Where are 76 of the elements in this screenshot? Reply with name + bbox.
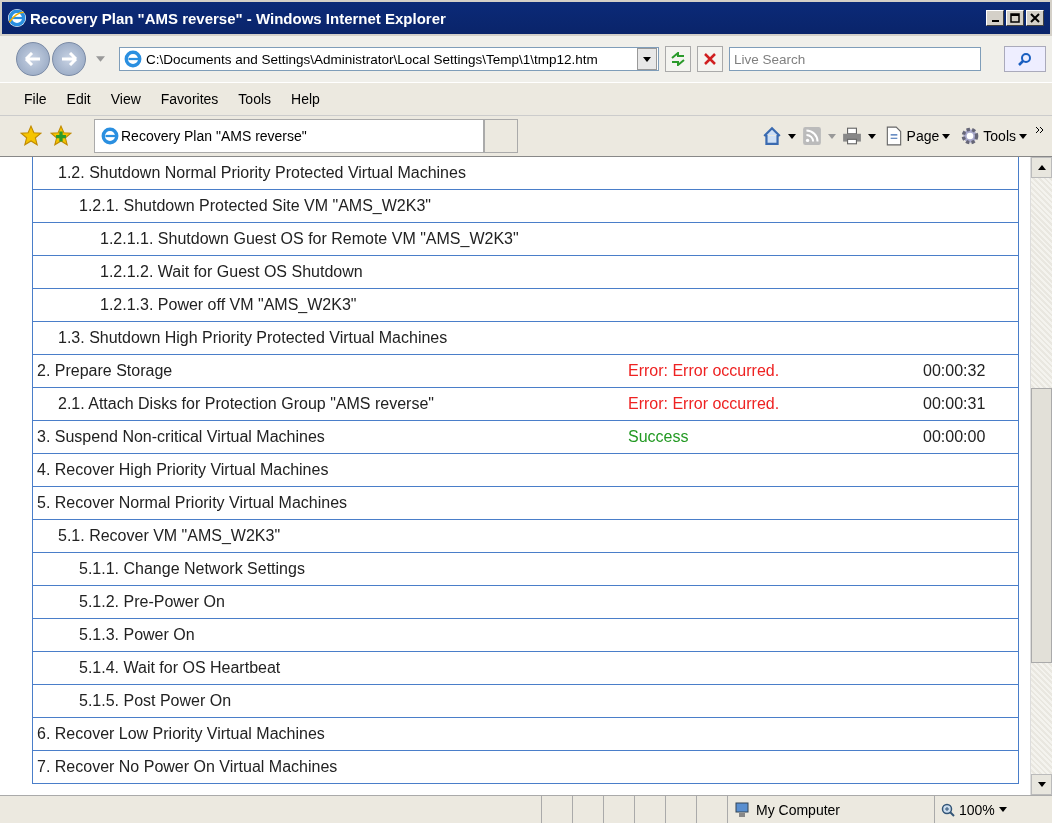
maximize-button[interactable] — [1006, 10, 1024, 26]
step-label: 5.1.2. Pre-Power On — [78, 593, 226, 611]
menu-item[interactable]: Help — [291, 91, 320, 107]
address-field[interactable]: C:\Documents and Settings\Administrator\Local Settings\Temp\1\tmp12.htm — [119, 47, 659, 71]
step-duration: 00:00:32 — [923, 362, 986, 379]
refresh-icon — [670, 52, 686, 66]
step-status: Success — [628, 428, 689, 445]
step-label: 2. Prepare Storage — [36, 362, 174, 380]
caret-icon[interactable] — [787, 133, 796, 139]
page-icon — [124, 50, 142, 68]
step-status: Error: Error occurred. — [628, 362, 780, 379]
forward-button[interactable] — [52, 42, 86, 76]
scroll-up-icon[interactable] — [1037, 165, 1046, 170]
back-button[interactable] — [16, 42, 50, 76]
zoom-icon — [941, 802, 955, 817]
step-duration: 00:00:00 — [923, 428, 986, 445]
browser-tab[interactable]: Recovery Plan "AMS reverse" — [94, 119, 484, 153]
step-label: 3. Suspend Non-critical Virtual Machines — [36, 428, 326, 446]
search-field[interactable]: Live Search — [729, 47, 981, 71]
star-icon[interactable] — [20, 125, 42, 147]
command-button[interactable]: Tools — [958, 126, 1029, 146]
gear-icon — [960, 126, 981, 146]
zoom-button[interactable]: 100% — [934, 796, 1052, 823]
step-label: 2.1. Attach Disks for Protection Group "AMS reverse" — [57, 395, 435, 413]
page-icon — [101, 127, 119, 145]
close-button[interactable] — [1026, 10, 1044, 26]
step-status: Error: Error occurred. — [628, 395, 780, 412]
chevron-icon — [1035, 125, 1044, 134]
browser-logo-icon — [8, 9, 26, 27]
maximize-icon — [1010, 13, 1020, 23]
step-label: 5.1. Recover VM "AMS_W2K3" — [57, 527, 282, 545]
menu-item[interactable]: Tools — [238, 91, 272, 107]
step-label: 1.3. Shutdown High Priority Protected Virtual Machines — [57, 329, 449, 347]
add-favorite-icon[interactable] — [50, 125, 72, 147]
computer-icon — [734, 801, 750, 818]
forward-arrow-icon — [60, 52, 78, 66]
vertical-scrollbar[interactable] — [1030, 157, 1052, 795]
step-label: 4. Recover High Priority Virtual Machines — [36, 461, 330, 479]
step-label: 1.2.1.3. Power off VM "AMS_W2K3" — [99, 296, 358, 314]
minimize-button[interactable] — [986, 10, 1004, 26]
scroll-down-icon[interactable] — [1037, 782, 1046, 787]
step-label: 1.2.1. Shutdown Protected Site VM "AMS_W2K3" — [78, 197, 432, 215]
search-button[interactable] — [1004, 46, 1046, 72]
step-label: 5. Recover Normal Priority Virtual Machines — [36, 494, 349, 512]
step-label: 5.1.1. Change Network Settings — [78, 560, 306, 578]
caret-icon — [942, 133, 951, 139]
menu-item[interactable]: Edit — [66, 91, 91, 107]
menu-item[interactable]: Favorites — [160, 91, 219, 107]
command-button[interactable]: Page — [881, 126, 953, 146]
step-label: 1.2.1.1. Shutdown Guest OS for Remote VM "AMS_W2K3" — [99, 230, 520, 248]
stop-button[interactable] — [697, 46, 723, 72]
caret-icon — [1019, 133, 1027, 139]
dropdown-button[interactable] — [637, 48, 657, 70]
menu-item[interactable]: File — [24, 91, 47, 107]
menu-item[interactable]: View — [110, 91, 141, 107]
back-arrow-icon — [24, 52, 42, 66]
step-label: 1.2. Shutdown Normal Priority Protected Virtual Machines — [57, 164, 467, 182]
step-label: 5.1.5. Post Power On — [78, 692, 233, 710]
step-label: 1.2.1.2. Wait for Guest OS Shutdown — [99, 263, 364, 281]
caret-icon — [998, 807, 1007, 812]
close-icon — [704, 53, 716, 65]
security-zone: My Computer — [727, 796, 934, 823]
window-title: Recovery Plan "AMS reverse" - Windows Internet Explorer — [30, 9, 447, 27]
caret-icon — [643, 56, 651, 62]
printer-icon[interactable] — [841, 126, 862, 146]
caret-icon[interactable] — [867, 133, 876, 139]
minimize-icon — [991, 20, 999, 22]
home-icon[interactable] — [761, 126, 782, 146]
step-label: 5.1.4. Wait for OS Heartbeat — [78, 659, 282, 677]
search-icon — [1018, 52, 1032, 66]
step-duration: 00:00:31 — [923, 395, 986, 412]
refresh-button[interactable] — [665, 46, 691, 72]
step-label: 5.1.3. Power On — [78, 626, 196, 644]
step-label: 6. Recover Low Priority Virtual Machines — [36, 725, 326, 743]
step-label: 7. Recover No Power On Virtual Machines — [36, 758, 339, 776]
close-icon — [1030, 13, 1040, 23]
